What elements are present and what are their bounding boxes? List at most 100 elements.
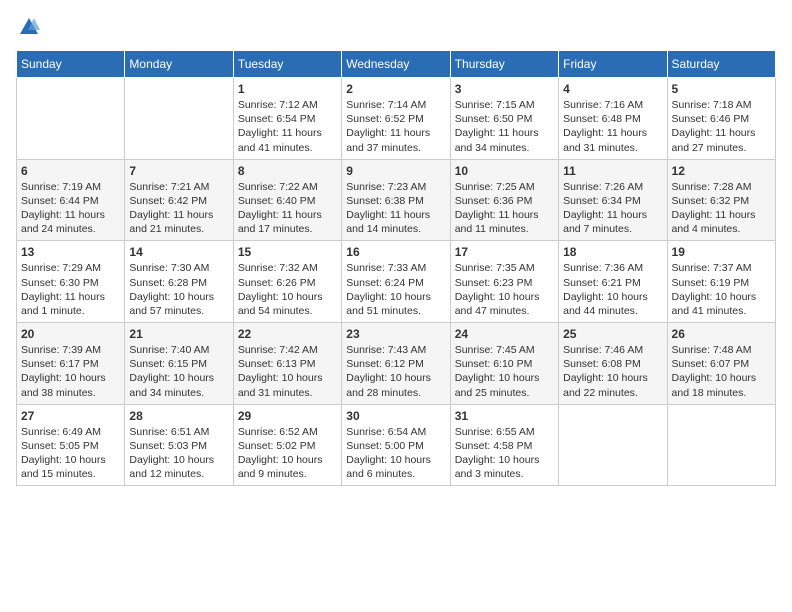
calendar-cell: 3Sunrise: 7:15 AM Sunset: 6:50 PM Daylig… bbox=[450, 78, 558, 160]
calendar-cell bbox=[125, 78, 233, 160]
calendar-cell: 24Sunrise: 7:45 AM Sunset: 6:10 PM Dayli… bbox=[450, 323, 558, 405]
day-info: Sunrise: 7:40 AM Sunset: 6:15 PM Dayligh… bbox=[129, 343, 228, 400]
weekday-header-cell: Tuesday bbox=[233, 51, 341, 78]
calendar-cell: 2 Sunrise: 7:14 AM Sunset: 6:52 PM Daylig… bbox=[342, 78, 450, 160]
day-info: Sunrise: 6:51 AM Sunset: 5:03 PM Dayligh… bbox=[129, 425, 228, 482]
day-info: Sunrise: 7:32 AM Sunset: 6:26 PM Dayligh… bbox=[238, 261, 337, 318]
calendar-cell: 7 Sunrise: 7:21 AM Sunset: 6:42 PM Daylig… bbox=[125, 159, 233, 241]
calendar-body: 1 Sunrise: 7:12 AM Sunset: 6:54 PM Daylig… bbox=[17, 78, 776, 486]
calendar-week-row: 6Sunrise: 7:19 AM Sunset: 6:44 PM Daylig… bbox=[17, 159, 776, 241]
page-header bbox=[16, 16, 776, 38]
day-info: Sunrise: 7:35 AM Sunset: 6:23 PM Dayligh… bbox=[455, 261, 554, 318]
calendar-cell: 21 Sunrise: 7:40 AM Sunset: 6:15 PM Dayli… bbox=[125, 323, 233, 405]
calendar-cell: 31 Sunrise: 6:55 AM Sunset: 4:58 PM Dayli… bbox=[450, 404, 558, 486]
day-info: Sunrise: 7:12 AM Sunset: 6:54 PM Dayligh… bbox=[238, 98, 337, 155]
calendar-cell: 20 Sunrise: 7:39 AM Sunset: 6:17 PM Dayli… bbox=[17, 323, 125, 405]
weekday-header-cell: Friday bbox=[559, 51, 667, 78]
calendar-cell: 9 Sunrise: 7:23 AM Sunset: 6:38 PM Daylig… bbox=[342, 159, 450, 241]
day-number: 21 bbox=[129, 327, 228, 341]
calendar-week-row: 27Sunrise: 6:49 AM Sunset: 5:05 PM Dayli… bbox=[17, 404, 776, 486]
calendar-cell: 12 Sunrise: 7:28 AM Sunset: 6:32 PM Dayli… bbox=[667, 159, 775, 241]
day-info: Sunrise: 7:33 AM Sunset: 6:24 PM Dayligh… bbox=[346, 261, 445, 318]
day-info: Sunrise: 7:26 AM Sunset: 6:34 PM Dayligh… bbox=[563, 180, 662, 237]
day-number: 13 bbox=[21, 245, 120, 259]
calendar-cell: 4 Sunrise: 7:16 AM Sunset: 6:48 PM Daylig… bbox=[559, 78, 667, 160]
day-number: 20 bbox=[21, 327, 120, 341]
day-number: 25 bbox=[563, 327, 662, 341]
day-info: Sunrise: 6:55 AM Sunset: 4:58 PM Dayligh… bbox=[455, 425, 554, 482]
day-number: 1 bbox=[238, 82, 337, 96]
day-number: 16 bbox=[346, 245, 445, 259]
calendar-cell: 11Sunrise: 7:26 AM Sunset: 6:34 PM Dayli… bbox=[559, 159, 667, 241]
calendar-cell: 10 Sunrise: 7:25 AM Sunset: 6:36 PM Dayli… bbox=[450, 159, 558, 241]
calendar-cell: 23Sunrise: 7:43 AM Sunset: 6:12 PM Dayli… bbox=[342, 323, 450, 405]
day-info: Sunrise: 7:23 AM Sunset: 6:38 PM Dayligh… bbox=[346, 180, 445, 237]
day-info: Sunrise: 7:43 AM Sunset: 6:12 PM Dayligh… bbox=[346, 343, 445, 400]
calendar-cell: 6Sunrise: 7:19 AM Sunset: 6:44 PM Daylig… bbox=[17, 159, 125, 241]
day-number: 28 bbox=[129, 409, 228, 423]
weekday-header-cell: Thursday bbox=[450, 51, 558, 78]
calendar-cell: 16 Sunrise: 7:33 AM Sunset: 6:24 PM Dayli… bbox=[342, 241, 450, 323]
calendar-cell: 27Sunrise: 6:49 AM Sunset: 5:05 PM Dayli… bbox=[17, 404, 125, 486]
calendar-cell: 28 Sunrise: 6:51 AM Sunset: 5:03 PM Dayli… bbox=[125, 404, 233, 486]
calendar-cell: 1 Sunrise: 7:12 AM Sunset: 6:54 PM Daylig… bbox=[233, 78, 341, 160]
day-info: Sunrise: 7:15 AM Sunset: 6:50 PM Dayligh… bbox=[455, 98, 554, 155]
logo-icon bbox=[18, 16, 40, 38]
day-info: Sunrise: 7:28 AM Sunset: 6:32 PM Dayligh… bbox=[672, 180, 771, 237]
day-number: 30 bbox=[346, 409, 445, 423]
day-number: 2 bbox=[346, 82, 445, 96]
day-number: 9 bbox=[346, 164, 445, 178]
day-number: 4 bbox=[563, 82, 662, 96]
day-info: Sunrise: 7:29 AM Sunset: 6:30 PM Dayligh… bbox=[21, 261, 120, 318]
calendar-cell: 19 Sunrise: 7:37 AM Sunset: 6:19 PM Dayli… bbox=[667, 241, 775, 323]
day-number: 12 bbox=[672, 164, 771, 178]
day-number: 6 bbox=[21, 164, 120, 178]
logo bbox=[16, 16, 40, 38]
day-info: Sunrise: 6:54 AM Sunset: 5:00 PM Dayligh… bbox=[346, 425, 445, 482]
calendar-cell: 30 Sunrise: 6:54 AM Sunset: 5:00 PM Dayli… bbox=[342, 404, 450, 486]
weekday-header-cell: Sunday bbox=[17, 51, 125, 78]
calendar-cell: 13 Sunrise: 7:29 AM Sunset: 6:30 PM Dayli… bbox=[17, 241, 125, 323]
day-info: Sunrise: 7:16 AM Sunset: 6:48 PM Dayligh… bbox=[563, 98, 662, 155]
calendar-cell bbox=[559, 404, 667, 486]
day-info: Sunrise: 7:39 AM Sunset: 6:17 PM Dayligh… bbox=[21, 343, 120, 400]
calendar-cell: 14Sunrise: 7:30 AM Sunset: 6:28 PM Dayli… bbox=[125, 241, 233, 323]
calendar-week-row: 13 Sunrise: 7:29 AM Sunset: 6:30 PM Dayli… bbox=[17, 241, 776, 323]
calendar-cell: 15 Sunrise: 7:32 AM Sunset: 6:26 PM Dayli… bbox=[233, 241, 341, 323]
weekday-header-cell: Wednesday bbox=[342, 51, 450, 78]
calendar-cell: 22 Sunrise: 7:42 AM Sunset: 6:13 PM Dayli… bbox=[233, 323, 341, 405]
day-number: 22 bbox=[238, 327, 337, 341]
day-info: Sunrise: 7:42 AM Sunset: 6:13 PM Dayligh… bbox=[238, 343, 337, 400]
day-info: Sunrise: 7:36 AM Sunset: 6:21 PM Dayligh… bbox=[563, 261, 662, 318]
calendar-cell: 5Sunrise: 7:18 AM Sunset: 6:46 PM Daylig… bbox=[667, 78, 775, 160]
day-number: 18 bbox=[563, 245, 662, 259]
day-info: Sunrise: 7:21 AM Sunset: 6:42 PM Dayligh… bbox=[129, 180, 228, 237]
day-number: 7 bbox=[129, 164, 228, 178]
calendar-week-row: 20 Sunrise: 7:39 AM Sunset: 6:17 PM Dayli… bbox=[17, 323, 776, 405]
day-info: Sunrise: 7:37 AM Sunset: 6:19 PM Dayligh… bbox=[672, 261, 771, 318]
day-number: 26 bbox=[672, 327, 771, 341]
day-number: 8 bbox=[238, 164, 337, 178]
weekday-header-row: SundayMondayTuesdayWednesdayThursdayFrid… bbox=[17, 51, 776, 78]
day-number: 31 bbox=[455, 409, 554, 423]
weekday-header-cell: Saturday bbox=[667, 51, 775, 78]
day-info: Sunrise: 7:18 AM Sunset: 6:46 PM Dayligh… bbox=[672, 98, 771, 155]
calendar-cell: 29Sunrise: 6:52 AM Sunset: 5:02 PM Dayli… bbox=[233, 404, 341, 486]
day-info: Sunrise: 7:14 AM Sunset: 6:52 PM Dayligh… bbox=[346, 98, 445, 155]
calendar-cell bbox=[667, 404, 775, 486]
day-info: Sunrise: 7:45 AM Sunset: 6:10 PM Dayligh… bbox=[455, 343, 554, 400]
day-info: Sunrise: 7:30 AM Sunset: 6:28 PM Dayligh… bbox=[129, 261, 228, 318]
day-number: 15 bbox=[238, 245, 337, 259]
day-number: 19 bbox=[672, 245, 771, 259]
weekday-header-cell: Monday bbox=[125, 51, 233, 78]
day-info: Sunrise: 7:25 AM Sunset: 6:36 PM Dayligh… bbox=[455, 180, 554, 237]
calendar-cell: 18 Sunrise: 7:36 AM Sunset: 6:21 PM Dayli… bbox=[559, 241, 667, 323]
day-number: 10 bbox=[455, 164, 554, 178]
calendar-cell: 8 Sunrise: 7:22 AM Sunset: 6:40 PM Daylig… bbox=[233, 159, 341, 241]
day-info: Sunrise: 7:22 AM Sunset: 6:40 PM Dayligh… bbox=[238, 180, 337, 237]
calendar-cell: 26Sunrise: 7:48 AM Sunset: 6:07 PM Dayli… bbox=[667, 323, 775, 405]
calendar-week-row: 1 Sunrise: 7:12 AM Sunset: 6:54 PM Daylig… bbox=[17, 78, 776, 160]
day-number: 17 bbox=[455, 245, 554, 259]
day-info: Sunrise: 7:46 AM Sunset: 6:08 PM Dayligh… bbox=[563, 343, 662, 400]
calendar-cell bbox=[17, 78, 125, 160]
